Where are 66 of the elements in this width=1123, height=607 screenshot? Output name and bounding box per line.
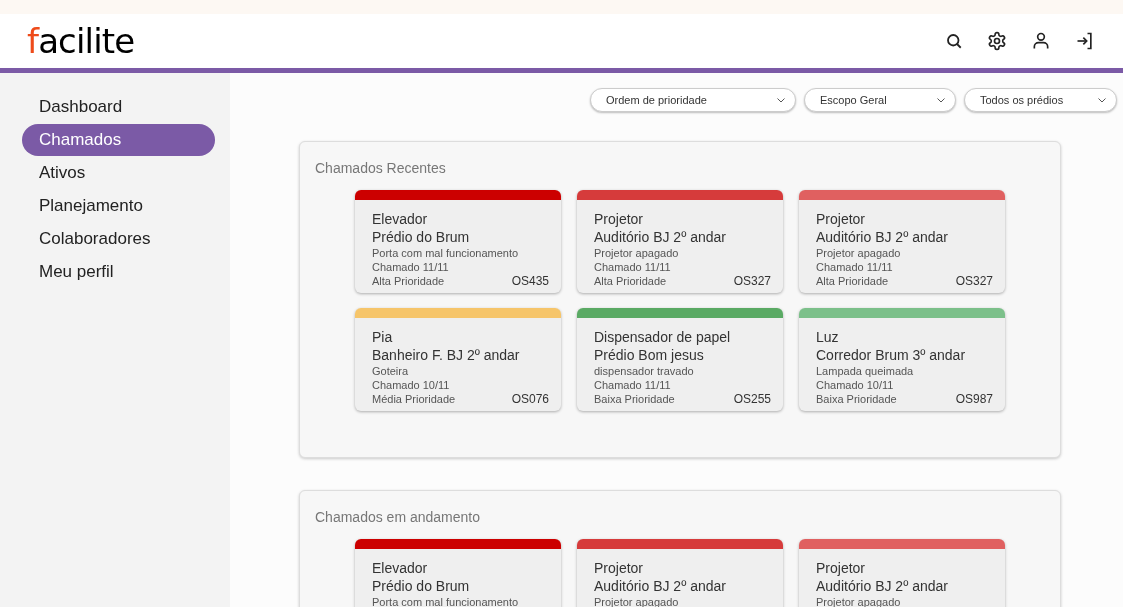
card-priority: Baixa Prioridade: [594, 392, 675, 406]
card-location: Auditório BJ 2º andar: [816, 577, 949, 595]
card-priority: Alta Prioridade: [816, 274, 889, 288]
sidebar-item[interactable]: Meu perfil: [22, 256, 215, 288]
panel-title: Chamados Recentes: [314, 159, 447, 178]
sidebar-item[interactable]: Colaboradores: [22, 223, 215, 255]
card-location: Prédio Bom jesus: [594, 346, 705, 364]
card-location: Corredor Brum 3º andar: [816, 346, 967, 364]
settings-icon[interactable]: [987, 31, 1007, 51]
panel-title: Chamados em andamento: [314, 508, 481, 527]
ticket-card[interactable]: Elevador Prédio do Brum Porta com mal funcionamento Chamado 11/11 Alta Prioridade OS435: [355, 190, 561, 293]
filter-dropdown[interactable]: Todos os prédios: [964, 88, 1117, 112]
card-date: Chamado 11/11: [594, 260, 672, 274]
card-code: OS076: [511, 392, 549, 406]
card-item: Pia: [372, 328, 394, 346]
card-code: OS255: [733, 392, 771, 406]
card-location: Auditório BJ 2º andar: [594, 577, 727, 595]
card-location: Prédio do Brum: [372, 577, 471, 595]
card-priority: Baixa Prioridade: [816, 392, 897, 406]
filter-dropdown[interactable]: Escopo Geral: [804, 88, 956, 112]
logo[interactable]: facilite: [27, 24, 135, 58]
card-location: Auditório BJ 2º andar: [816, 228, 949, 246]
sidebar-item[interactable]: Chamados: [22, 124, 215, 156]
ticket-card[interactable]: Dispensador de papel Prédio Bom jesus dispensador travado Chamado 11/11 Baixa Prioridade OS255: [577, 308, 783, 411]
card-priority: Média Prioridade: [372, 392, 456, 406]
ticket-card[interactable]: Projetor Auditório BJ 2º andar Projetor apagado Chamado 11/11 Alta Prioridade OS327: [577, 190, 783, 293]
card-date: Chamado 11/11: [816, 260, 894, 274]
ticket-card[interactable]: Elevador Prédio do Brum Porta com mal funcionamento: [355, 539, 561, 607]
card-code: OS327: [955, 274, 993, 288]
card-item: Projetor: [816, 559, 867, 577]
card-description: Porta com mal funcionamento: [372, 595, 520, 607]
filter-dropdown[interactable]: Ordem de prioridade: [590, 88, 796, 112]
card-date: Chamado 10/11: [372, 378, 451, 392]
card-priority: Alta Prioridade: [372, 274, 445, 288]
sidebar-item[interactable]: Planejamento: [22, 190, 215, 222]
card-item: Projetor: [594, 210, 645, 228]
card-description: Projetor apagado: [594, 246, 680, 260]
card-item: Projetor: [594, 559, 645, 577]
card-code: OS327: [733, 274, 771, 288]
card-item: Elevador: [372, 559, 429, 577]
card-description: Goteira: [372, 364, 410, 378]
sidebar-item[interactable]: Ativos: [22, 157, 215, 189]
card-description: Lampada queimada: [816, 364, 915, 378]
card-location: Prédio do Brum: [372, 228, 471, 246]
user-icon[interactable]: [1031, 31, 1051, 51]
logout-icon[interactable]: [1075, 31, 1095, 51]
card-item: Luz: [816, 328, 840, 346]
card-code: OS435: [511, 274, 549, 288]
search-icon[interactable]: [945, 32, 963, 50]
card-date: Chamado 10/11: [816, 378, 895, 392]
card-location: Banheiro F. BJ 2º andar: [372, 346, 521, 364]
card-item: Elevador: [372, 210, 429, 228]
ticket-card[interactable]: Projetor Auditório BJ 2º andar Projetor apagado Chamado 11/11 Alta Prioridade OS327: [799, 190, 1005, 293]
card-date: Chamado 11/11: [594, 378, 672, 392]
card-description: Porta com mal funcionamento: [372, 246, 520, 260]
card-item: Projetor: [816, 210, 867, 228]
card-item: Dispensador de papel: [594, 328, 732, 346]
card-location: Auditório BJ 2º andar: [594, 228, 727, 246]
card-priority: Alta Prioridade: [594, 274, 667, 288]
ticket-card[interactable]: Luz Corredor Brum 3º andar Lampada queimada Chamado 10/11 Baixa Prioridade OS987: [799, 308, 1005, 411]
card-code: OS987: [955, 392, 993, 406]
card-description: dispensador travado: [594, 364, 695, 378]
sidebar-item[interactable]: Dashboard: [22, 91, 215, 123]
card-date: Chamado 11/11: [372, 260, 450, 274]
card-description: Projetor apagado: [816, 246, 902, 260]
ticket-card[interactable]: Pia Banheiro F. BJ 2º andar Goteira Chamado 10/11 Média Prioridade OS076: [355, 308, 561, 411]
